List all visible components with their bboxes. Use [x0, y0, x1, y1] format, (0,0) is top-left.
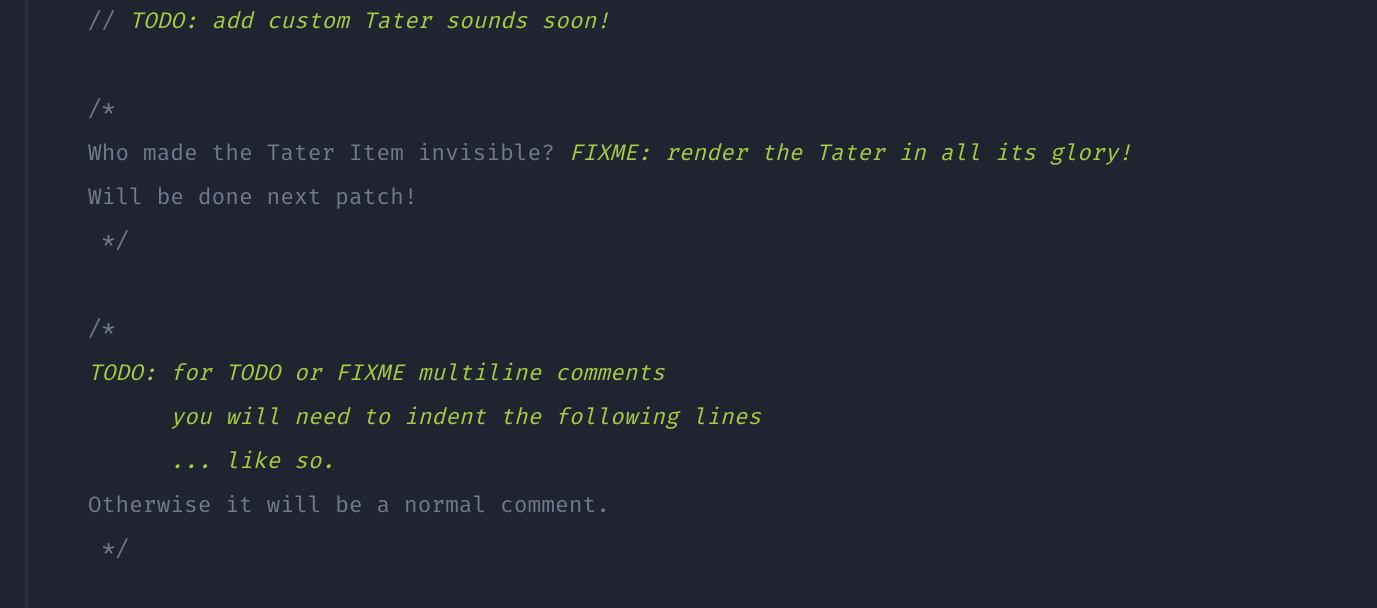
code-line: */ — [88, 220, 1132, 264]
code-segment: TODO: for TODO or FIXME multiline commen… — [88, 360, 665, 387]
code-line: Will be done next patch! — [88, 176, 1132, 220]
code-line: TODO: for TODO or FIXME multiline commen… — [88, 352, 1132, 396]
code-line: /* — [88, 308, 1132, 352]
code-segment: */ — [88, 228, 129, 255]
code-segment: /* — [88, 316, 115, 343]
code-segment: ... like so. — [88, 448, 335, 475]
code-line — [88, 264, 1132, 308]
code-line: */ — [88, 528, 1132, 572]
code-segment: Will be done next patch! — [88, 184, 418, 211]
code-line: /* — [88, 88, 1132, 132]
code-line: // TODO: add custom Tater sounds soon! — [88, 0, 1132, 44]
code-line: you will need to indent the following li… — [88, 396, 1132, 440]
code-segment: // — [88, 8, 129, 35]
code-line — [88, 44, 1132, 88]
gutter — [0, 0, 28, 608]
code-line: Who made the Tater Item invisible? FIXME… — [88, 132, 1132, 176]
code-line: Otherwise it will be a normal comment. — [88, 484, 1132, 528]
code-container: // TODO: add custom Tater sounds soon! /… — [0, 0, 1377, 608]
code-segment: /* — [88, 96, 115, 123]
code-segment: FIXME: render the Tater in all its glory… — [569, 140, 1132, 167]
code-segment: TODO: add custom Tater sounds soon! — [129, 8, 610, 35]
code-segment: Otherwise it will be a normal comment. — [88, 492, 610, 519]
code-block: // TODO: add custom Tater sounds soon! /… — [28, 0, 1132, 608]
code-segment: */ — [88, 536, 129, 563]
code-segment: Who made the Tater Item invisible? — [88, 140, 569, 167]
code-line: ... like so. — [88, 440, 1132, 484]
code-segment: you will need to indent the following li… — [88, 404, 761, 431]
